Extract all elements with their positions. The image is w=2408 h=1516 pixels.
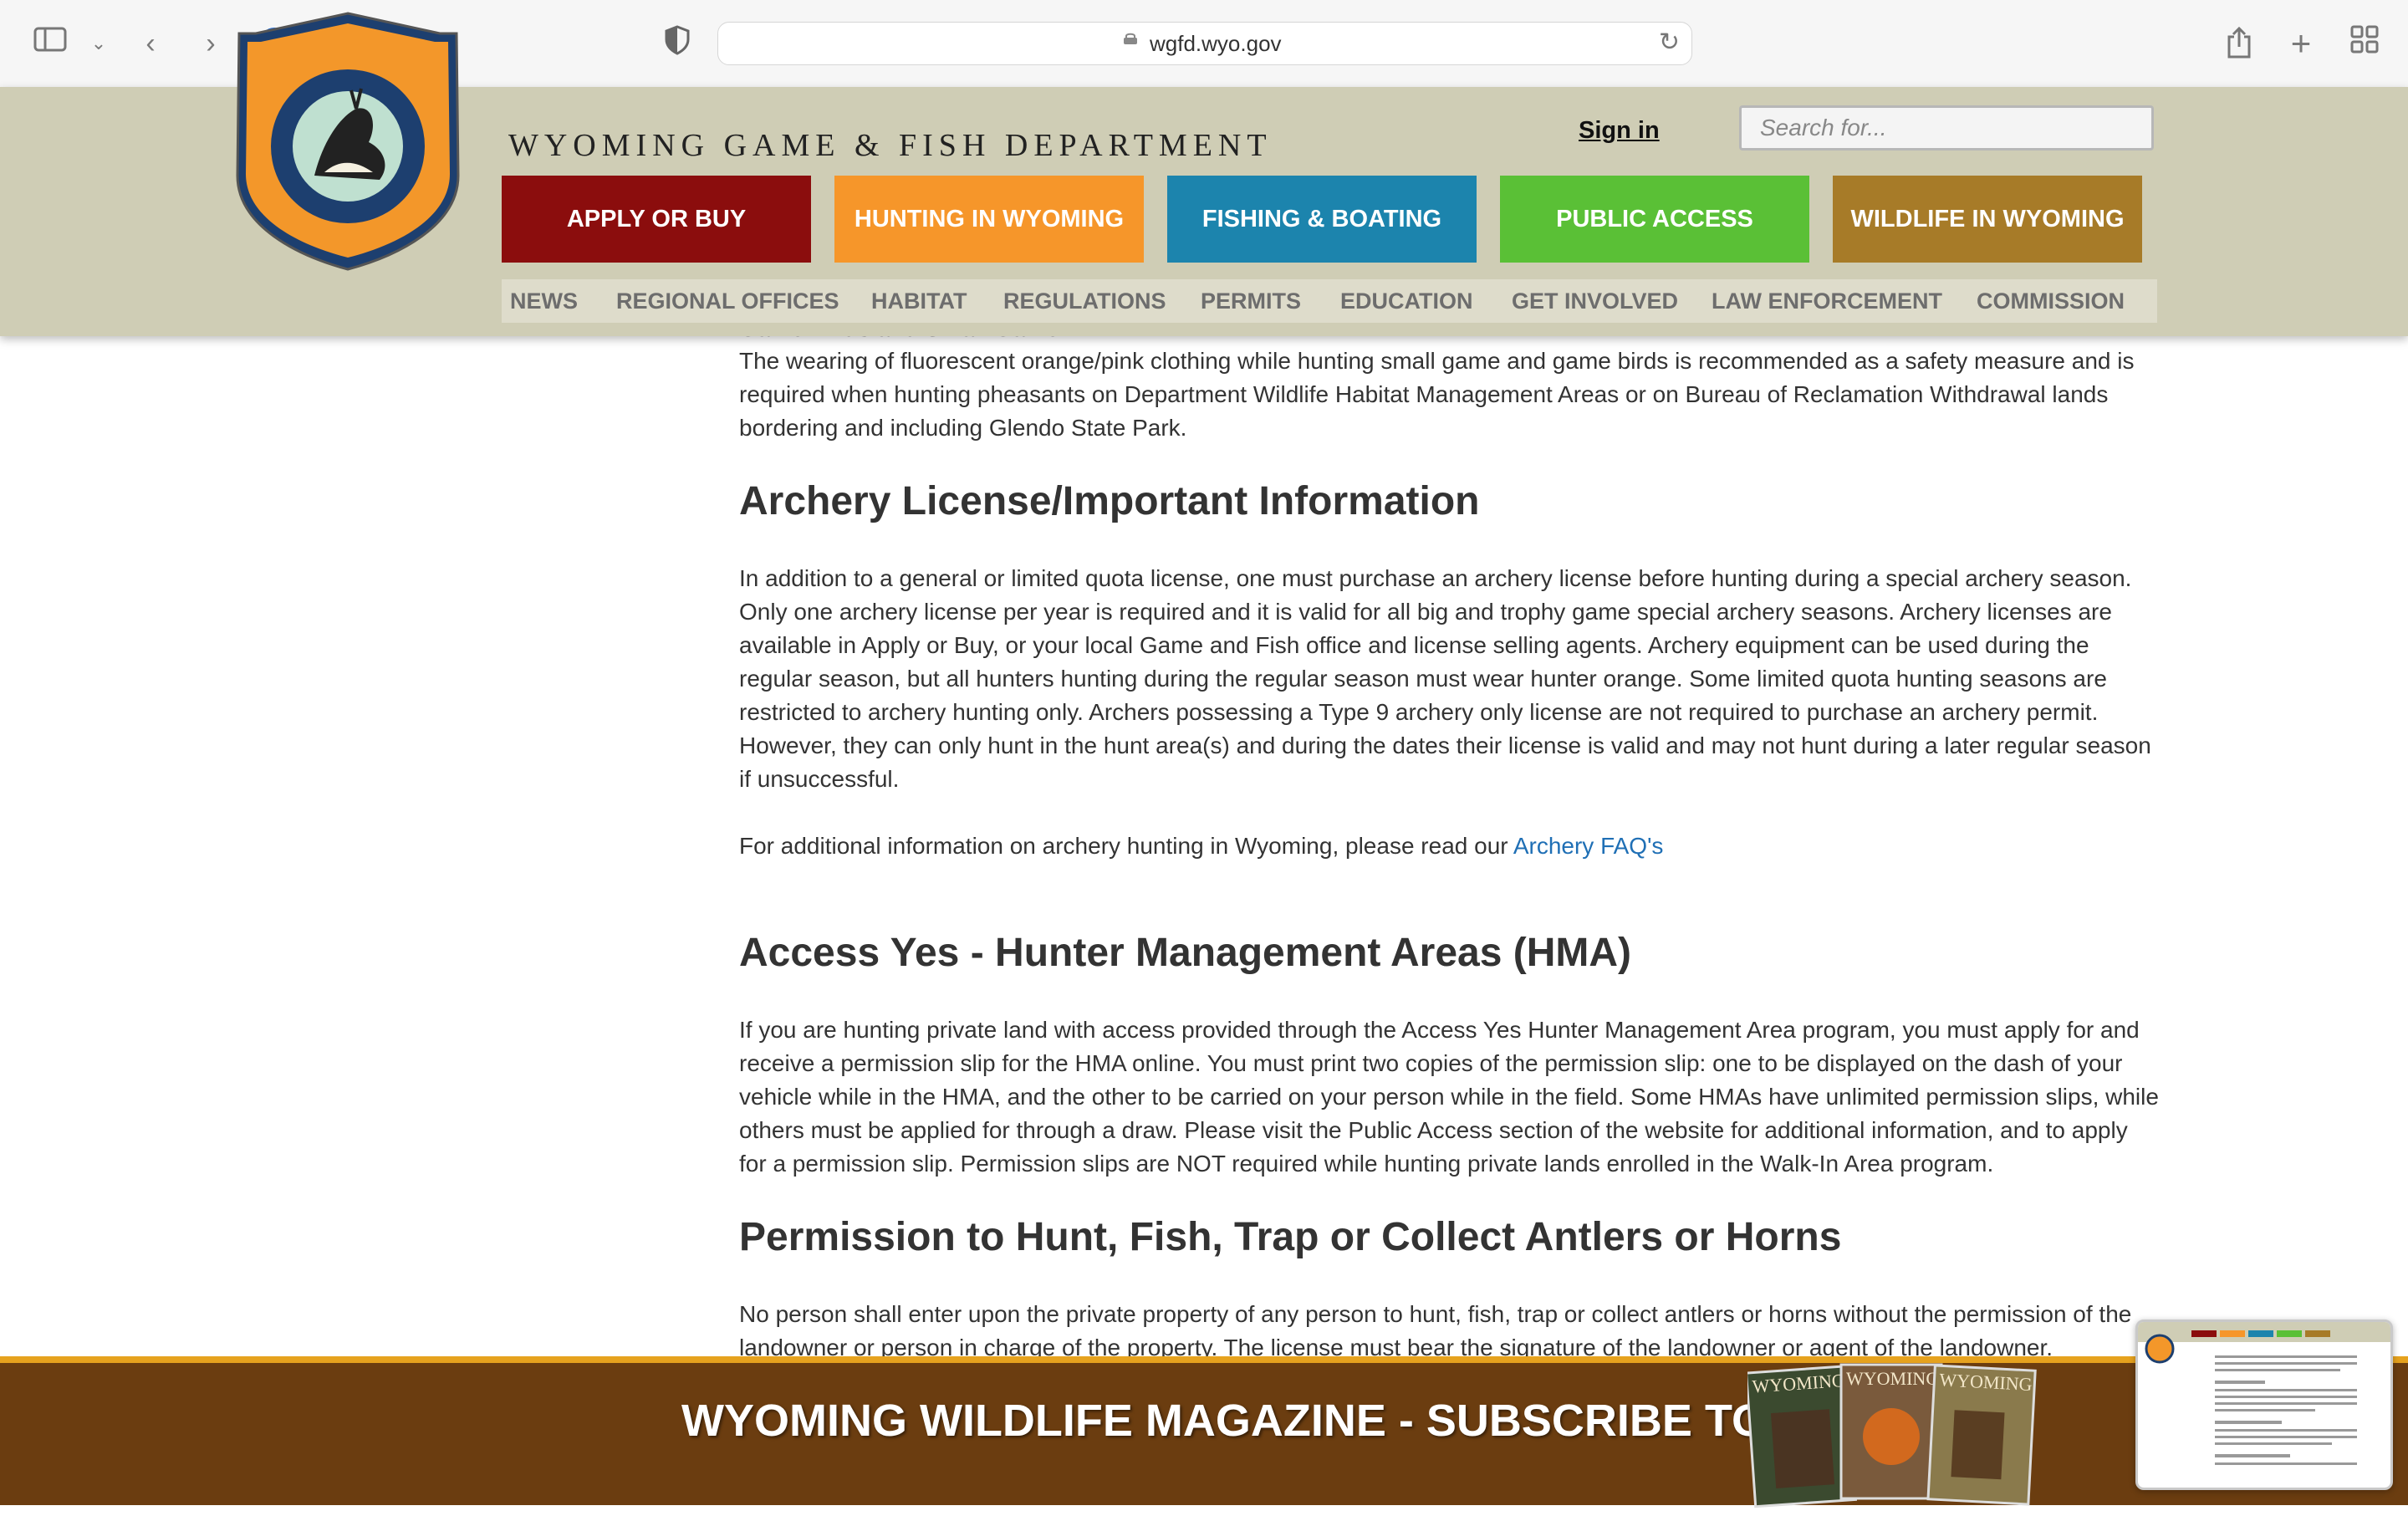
- nav-hunting-in-wyoming[interactable]: HUNTING IN WYOMING: [834, 176, 1144, 263]
- tab-overview-icon[interactable]: [2346, 25, 2383, 62]
- search-input[interactable]: Search for...: [1739, 105, 2154, 151]
- subnav-education[interactable]: EDUCATION: [1340, 279, 1473, 323]
- subnav-get-involved[interactable]: GET INVOLVED: [1512, 279, 1678, 323]
- reload-icon[interactable]: ↻: [1659, 28, 1680, 57]
- new-tab-icon[interactable]: +: [2283, 25, 2319, 62]
- nav-public-access[interactable]: PUBLIC ACCESS: [1500, 176, 1809, 263]
- game-birds-paragraph: The wearing of fluorescent orange/pink c…: [739, 348, 2135, 441]
- address-bar[interactable]: wgfd.wyo.gov ↻: [717, 22, 1692, 65]
- nav-fishing-boating[interactable]: FISHING & BOATING: [1167, 176, 1477, 263]
- magazine-cover-title: WYOMING: [1846, 1368, 1939, 1389]
- archery-faq-prefix: For additional information on archery hu…: [739, 833, 1513, 859]
- archery-faq-paragraph: For additional information on archery hu…: [739, 829, 2161, 863]
- permission-heading: Permission to Hunt, Fish, Trap or Collec…: [739, 1215, 1842, 1259]
- archery-faq-link[interactable]: Archery FAQ's: [1513, 833, 1664, 859]
- sidebar-toggle-icon[interactable]: [32, 25, 69, 62]
- magazine-banner[interactable]: WYOMING WILDLIFE MAGAZINE - SUBSCRIBE TO…: [0, 1353, 2408, 1508]
- lock-icon: [1124, 33, 1137, 44]
- archery-paragraph: In addition to a general or limited quot…: [739, 565, 2151, 792]
- privacy-shield-icon[interactable]: [659, 25, 696, 62]
- sub-nav: NEWS REGIONAL OFFICES HABITAT REGULATION…: [502, 279, 2157, 323]
- hma-heading: Access Yes - Hunter Management Areas (HM…: [739, 931, 1632, 975]
- screenshot-thumbnail[interactable]: [2135, 1319, 2393, 1490]
- subnav-commission[interactable]: COMMISSION: [1977, 279, 2125, 323]
- forward-arrow-icon[interactable]: ›: [192, 25, 229, 62]
- subnav-regulations[interactable]: REGULATIONS: [1003, 279, 1166, 323]
- share-icon[interactable]: [2221, 25, 2258, 62]
- subnav-regional-offices[interactable]: REGIONAL OFFICES: [616, 279, 839, 323]
- department-logo[interactable]: [231, 8, 465, 274]
- nav-apply-or-buy[interactable]: APPLY OR BUY: [502, 176, 811, 263]
- sign-in-link[interactable]: Sign in: [1579, 117, 1660, 145]
- chevron-down-icon[interactable]: ⌄: [80, 25, 117, 62]
- department-title: WYOMING GAME & FISH DEPARTMENT: [508, 128, 1273, 163]
- subnav-permits[interactable]: PERMITS: [1201, 279, 1301, 323]
- nav-wildlife-in-wyoming[interactable]: WILDLIFE IN WYOMING: [1833, 176, 2142, 263]
- url-text: wgfd.wyo.gov: [1150, 31, 1282, 56]
- subnav-law-enforcement[interactable]: LAW ENFORCEMENT: [1712, 279, 1942, 323]
- archery-heading: Archery License/Important Information: [739, 479, 1480, 523]
- banner-text[interactable]: WYOMING WILDLIFE MAGAZINE - SUBSCRIBE TO…: [681, 1395, 1873, 1447]
- back-arrow-icon[interactable]: ‹: [132, 25, 169, 62]
- subnav-news[interactable]: NEWS: [510, 279, 578, 323]
- magazine-covers[interactable]: WYOMING WYOMING WYOMING: [1744, 1353, 2040, 1508]
- hma-paragraph: If you are hunting private land with acc…: [739, 1017, 2159, 1177]
- subnav-habitat[interactable]: HABITAT: [871, 279, 967, 323]
